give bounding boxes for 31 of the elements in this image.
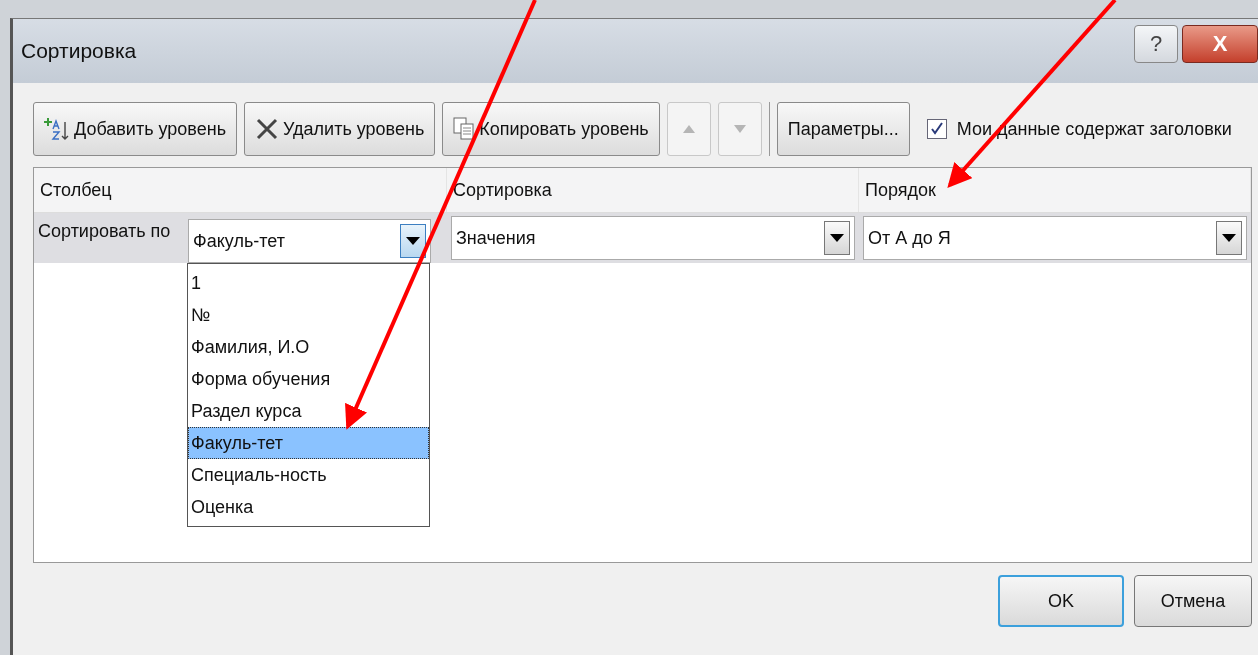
window-title: Сортировка [21,39,137,63]
copy-documents-icon [453,117,476,141]
dropdown-option[interactable]: Раздел курса [188,395,429,427]
cancel-button[interactable]: Отмена [1134,575,1252,627]
sort-on-dropdown[interactable]: Значения [451,216,855,260]
column-header: Сортировка [447,168,859,212]
dropdown-option[interactable]: № [188,299,429,331]
dropdown-option[interactable]: Форма обучения [188,363,429,395]
delete-level-button[interactable]: Удалить уровень [244,102,436,156]
dropdown-option[interactable]: Фамилия, И.О [188,331,429,363]
options-button[interactable]: Параметры... [776,102,910,156]
copy-level-button[interactable]: Копировать уровень [442,102,660,156]
dropdown-option[interactable]: 1 [188,267,429,299]
up-triangle-icon [681,124,696,134]
order-dropdown[interactable]: От А до Я [863,216,1247,260]
add-level-button[interactable]: Добавить уровень [33,102,238,156]
checkbox[interactable] [926,119,947,139]
sort-add-icon [44,116,70,142]
down-triangle-icon [732,124,747,134]
column-header: Порядок [859,168,1251,212]
row-label: Сортировать по [38,220,172,242]
column-dropdown[interactable]: Факуль-тет [188,219,431,263]
close-x-icon [255,117,280,141]
sort-level-row[interactable]: Сортировать по Факуль-тет Значения От А до Я [34,213,1251,263]
help-button[interactable]: ? [1134,25,1178,63]
dropdown-option[interactable]: Оценка [188,491,429,523]
checkmark-icon [929,122,944,136]
column-header: Столбец [34,168,447,212]
dropdown-option[interactable]: Факуль-тет [188,427,429,459]
dropdown-option[interactable]: Специаль-ность [188,459,429,491]
ok-button[interactable]: OK [998,575,1124,627]
